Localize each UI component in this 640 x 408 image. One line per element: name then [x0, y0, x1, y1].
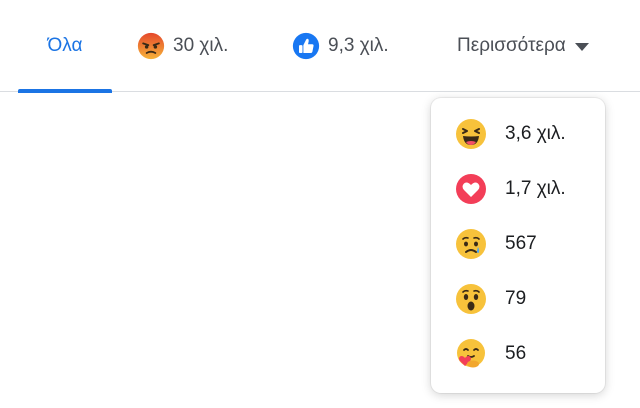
angry-reaction-icon — [137, 32, 165, 60]
like-reaction-icon — [292, 32, 320, 60]
tab-angry-count: 30 χιλ. — [173, 35, 229, 56]
reactions-tab-bar: Όλα 30 χιλ. 9,3 χιλ. Περισσότερα — [0, 0, 640, 93]
dropdown-item-love[interactable]: 1,7 χιλ. — [455, 169, 566, 209]
dropdown-item-sad-count: 567 — [505, 233, 537, 254]
wow-reaction-icon — [456, 284, 486, 314]
dropdown-item-haha[interactable]: 3,6 χιλ. — [455, 114, 566, 154]
sad-reaction-icon — [456, 229, 486, 259]
caret-down-icon — [574, 43, 589, 51]
dropdown-item-haha-count: 3,6 χιλ. — [505, 123, 566, 144]
haha-reaction-icon — [456, 119, 486, 149]
dropdown-item-wow-count: 79 — [505, 288, 527, 309]
dropdown-item-care[interactable]: 56 — [455, 334, 526, 374]
tab-all-label: Όλα — [47, 35, 83, 56]
tab-all[interactable]: Όλα — [18, 0, 112, 93]
more-reactions-dropdown: 3,6 χιλ. 1,7 χιλ. 567 79 56 — [431, 98, 605, 393]
tab-more[interactable]: Περισσότερα — [457, 0, 589, 92]
dropdown-item-sad[interactable]: 567 — [455, 224, 537, 264]
care-reaction-icon — [457, 339, 485, 368]
tab-more-label: Περισσότερα — [457, 35, 566, 56]
dropdown-item-love-count: 1,7 χιλ. — [505, 178, 566, 199]
dropdown-item-wow[interactable]: 79 — [455, 279, 526, 319]
love-reaction-icon — [456, 174, 486, 204]
active-tab-indicator — [18, 89, 112, 93]
tab-like-count: 9,3 χιλ. — [328, 35, 389, 56]
tab-like[interactable]: 9,3 χιλ. — [292, 0, 389, 92]
tab-angry[interactable]: 30 χιλ. — [137, 0, 228, 92]
scrollbar-track[interactable] — [606, 100, 611, 390]
dropdown-item-care-count: 56 — [505, 343, 527, 364]
